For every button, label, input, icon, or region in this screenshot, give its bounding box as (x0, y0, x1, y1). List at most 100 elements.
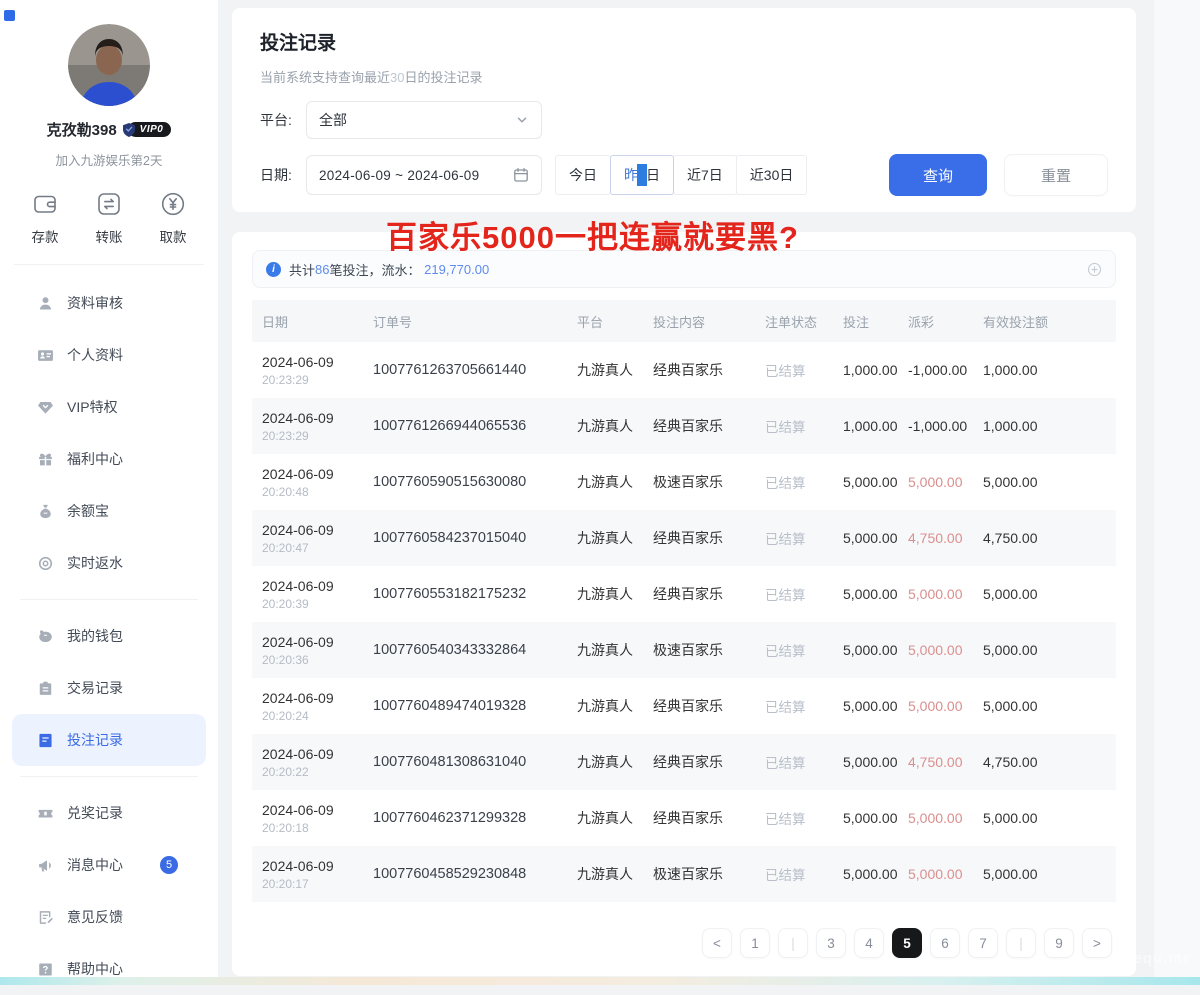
row-order-no: 1007760590515630080 (363, 474, 567, 490)
row-platform: 九游真人 (567, 584, 643, 604)
row-status: 已结算 (755, 472, 833, 492)
row-valid-amount: 1,000.00 (973, 418, 1116, 434)
sidebar-item-rebate[interactable]: 实时返水 (12, 537, 206, 589)
row-payout: 5,000.00 (898, 586, 973, 602)
row-valid-amount: 5,000.00 (973, 586, 1116, 602)
quick-7days-button[interactable]: 近7日 (673, 155, 737, 195)
date-range-value: 2024-06-09 ~ 2024-06-09 (319, 168, 479, 183)
pagination-ellipsis[interactable]: | (1006, 928, 1036, 958)
row-payout: 5,000.00 (898, 698, 973, 714)
row-bet-content: 经典百家乐 (643, 584, 755, 604)
gift-icon (37, 451, 54, 468)
row-platform: 九游真人 (567, 696, 643, 716)
deposit-button[interactable]: 存款 (30, 189, 60, 246)
row-time: 20:20:36 (262, 653, 363, 667)
withdraw-button[interactable]: 取款 (158, 189, 188, 246)
expand-plus-icon[interactable] (1087, 262, 1102, 277)
turnover-amount: 219,770.00 (424, 262, 489, 277)
question-icon (37, 961, 54, 978)
vip-shield-icon (121, 122, 137, 138)
pagination-page-5-active[interactable]: 5 (892, 928, 922, 958)
records-card: i 共计86笔投注，流水： 219,770.00 日期 订单号 平台 投注内容 … (232, 232, 1136, 976)
note-pen-icon (37, 909, 54, 926)
filter-card: 投注记录 当前系统支持查询最近30日的投注记录 平台: 全部 日期: 2024-… (232, 8, 1136, 212)
app-logo (4, 10, 15, 21)
clipboard-icon (37, 680, 54, 697)
sidebar: 克孜勒398 VIP0 加入九游娱乐第2天 存款 (0, 0, 218, 977)
date-quick-buttons: 今日 昨日 近7日 近30日 (556, 155, 807, 195)
table-row: 2024-06-0920:20:36 1007760540343332864 九… (252, 622, 1116, 678)
transfer-icon (94, 189, 124, 219)
row-date: 2024-06-09 (262, 466, 363, 482)
row-bet-content: 经典百家乐 (643, 416, 755, 436)
sidebar-item-help[interactable]: 帮助中心 (12, 943, 206, 995)
platform-label: 平台: (260, 110, 306, 130)
rings-icon (37, 555, 54, 572)
quick-today-button[interactable]: 今日 (555, 155, 611, 195)
transfer-button[interactable]: 转账 (94, 189, 124, 246)
row-order-no: 1007761263705661440 (363, 362, 567, 378)
row-payout: -1,000.00 (898, 362, 973, 378)
query-button[interactable]: 查询 (889, 154, 987, 196)
messages-badge: 5 (160, 856, 178, 874)
quick-yesterday-button[interactable]: 昨日 (610, 155, 674, 195)
sidebar-item-messages[interactable]: 消息中心 5 (12, 839, 206, 891)
deposit-icon (30, 189, 60, 219)
row-payout: 5,000.00 (898, 810, 973, 826)
page-title: 投注记录 (260, 28, 1108, 55)
diamond-icon (37, 399, 54, 416)
row-time: 20:23:29 (262, 429, 363, 443)
red-annotation-text: 百家乐5000一把连赢就要黑? (386, 212, 799, 257)
row-bet-amount: 5,000.00 (833, 866, 898, 882)
piggy-bank-icon (37, 628, 54, 645)
sidebar-item-transactions[interactable]: 交易记录 (12, 662, 206, 714)
pagination-ellipsis[interactable]: | (778, 928, 808, 958)
table-row: 2024-06-0920:20:22 1007760481308631040 九… (252, 734, 1116, 790)
sidebar-item-wallet[interactable]: 我的钱包 (12, 610, 206, 662)
sidebar-item-yuebao[interactable]: 余额宝 (12, 485, 206, 537)
date-range-input[interactable]: 2024-06-09 ~ 2024-06-09 (306, 155, 542, 195)
pagination-page-1[interactable]: 1 (740, 928, 770, 958)
sidebar-item-welfare[interactable]: 福利中心 (12, 433, 206, 485)
bottom-gradient-strip (0, 977, 1200, 985)
reset-button[interactable]: 重置 (1004, 154, 1108, 196)
row-bet-content: 极速百家乐 (643, 864, 755, 884)
pagination-page-7[interactable]: 7 (968, 928, 998, 958)
table-row: 2024-06-0920:20:17 1007760458529230848 九… (252, 846, 1116, 902)
sidebar-item-audit[interactable]: 资料审核 (12, 277, 206, 329)
row-payout: 4,750.00 (898, 530, 973, 546)
page-subtitle: 当前系统支持查询最近30日的投注记录 (260, 67, 1108, 86)
row-bet-amount: 5,000.00 (833, 642, 898, 658)
pagination-next[interactable]: > (1082, 928, 1112, 958)
sidebar-item-vip[interactable]: VIP特权 (12, 381, 206, 433)
pagination-page-3[interactable]: 3 (816, 928, 846, 958)
date-label: 日期: (260, 165, 306, 185)
row-date: 2024-06-09 (262, 522, 363, 538)
row-bet-amount: 5,000.00 (833, 754, 898, 770)
sidebar-item-feedback[interactable]: 意见反馈 (12, 891, 206, 943)
pagination-prev[interactable]: < (702, 928, 732, 958)
calendar-icon (513, 167, 529, 183)
row-platform: 九游真人 (567, 864, 643, 884)
row-time: 20:20:24 (262, 709, 363, 723)
row-platform: 九游真人 (567, 472, 643, 492)
sidebar-item-redeem[interactable]: 兑奖记录 (12, 787, 206, 839)
money-pouch-icon (37, 503, 54, 520)
row-bet-amount: 5,000.00 (833, 530, 898, 546)
row-bet-content: 经典百家乐 (643, 696, 755, 716)
table-row: 2024-06-0920:20:39 1007760553182175232 九… (252, 566, 1116, 622)
pagination-page-9[interactable]: 9 (1044, 928, 1074, 958)
sidebar-item-personal-info[interactable]: 个人资料 (12, 329, 206, 381)
pagination-page-6[interactable]: 6 (930, 928, 960, 958)
row-platform: 九游真人 (567, 360, 643, 380)
row-platform: 九游真人 (567, 808, 643, 828)
row-payout: -1,000.00 (898, 418, 973, 434)
row-time: 20:20:48 (262, 485, 363, 499)
row-date: 2024-06-09 (262, 858, 363, 874)
row-valid-amount: 5,000.00 (973, 642, 1116, 658)
quick-30days-button[interactable]: 近30日 (736, 155, 808, 195)
sidebar-item-bet-records[interactable]: 投注记录 (12, 714, 206, 766)
platform-select[interactable]: 全部 (306, 101, 542, 139)
row-bet-amount: 5,000.00 (833, 810, 898, 826)
pagination-page-4[interactable]: 4 (854, 928, 884, 958)
